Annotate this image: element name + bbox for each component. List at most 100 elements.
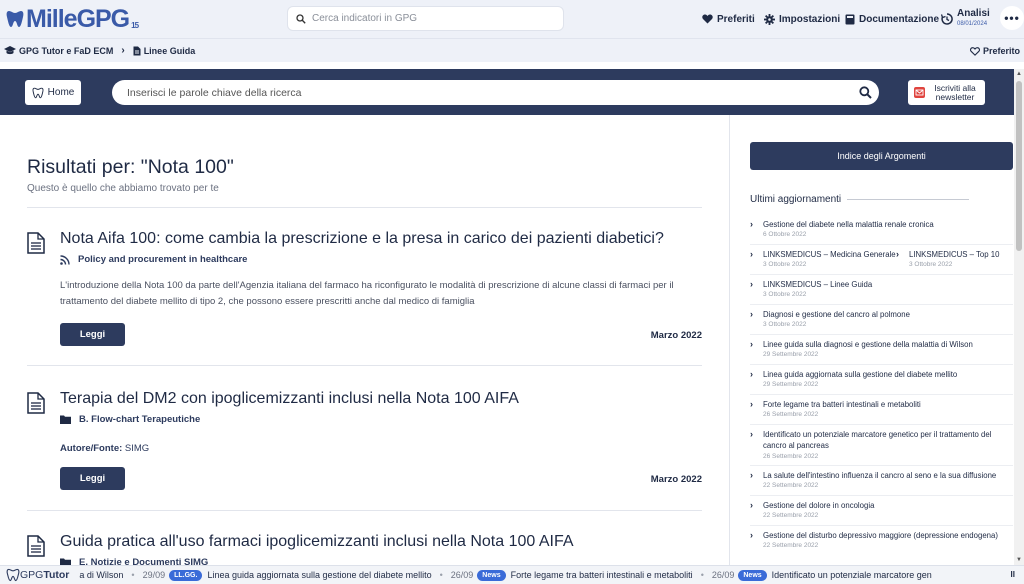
update-title: LINKSMEDICUS – Top 10: [909, 250, 1000, 259]
chevron-right-icon: ›: [750, 279, 753, 289]
ticker-brand-tutor: Tutor: [43, 569, 70, 581]
chevron-right-icon: ›: [750, 530, 753, 540]
indice-argomenti-button[interactable]: Indice degli Argomenti: [750, 142, 1013, 170]
chevron-right-icon: ›: [750, 309, 753, 319]
sidebar: Indice degli Argomenti Ultimi aggiorname…: [729, 115, 1014, 565]
scroll-thumb[interactable]: [1016, 81, 1022, 251]
update-title: Gestione del diabete nella malattia rena…: [763, 220, 934, 229]
results-title: Risultati per: "Nota 100": [27, 156, 234, 178]
folder-icon: [60, 558, 71, 565]
nav-preferiti[interactable]: Preferiti: [702, 0, 755, 38]
newsletter-button[interactable]: Iscriviti alla newsletter: [908, 80, 985, 105]
breadcrumb-linee-guida-label: Linee Guida: [143, 45, 196, 56]
result-title[interactable]: Guida pratica all'uso farmaci ipoglicemi…: [60, 533, 574, 551]
chevron-right-icon: ›: [750, 339, 753, 349]
result-title[interactable]: Terapia del DM2 con ipoglicemizzanti inc…: [60, 390, 519, 408]
read-button[interactable]: Leggi: [60, 467, 125, 490]
breadcrumb-gpg-tutor-label: GPG Tutor e FaD ECM: [19, 45, 114, 56]
news-ticker: GPG Tutor a di Wilson • 29/09 LL.GG. Line…: [0, 565, 1024, 584]
ticker-badge: News: [738, 569, 767, 581]
main-search-box[interactable]: [112, 80, 879, 105]
heart-icon: [702, 14, 713, 24]
divider: [750, 304, 1013, 305]
update-title: Gestione del dolore in oncologia: [763, 501, 875, 510]
result-category-label: E. Notizie e Documenti SIMG: [79, 557, 209, 565]
document-icon: [27, 535, 45, 557]
millegpg-logo[interactable]: MilleGPG 15: [6, 5, 139, 33]
scroll-up-icon[interactable]: ▲: [1014, 69, 1024, 79]
breadcrumb-linee-guida[interactable]: Linee Guida: [133, 45, 196, 56]
chevron-right-icon: ›: [750, 369, 753, 379]
update-date: 29 Settembre 2022: [763, 351, 819, 358]
divider: [750, 525, 1013, 526]
main-search-input[interactable]: [127, 86, 851, 99]
nav-preferiti-label: Preferiti: [717, 13, 755, 25]
update-date: 26 Settembre 2022: [763, 453, 819, 460]
page-scrollbar[interactable]: ▲ ▼: [1014, 69, 1024, 565]
rss-icon: [60, 254, 70, 265]
update-title: Identificato un potenziale marcatore gen…: [763, 430, 992, 450]
nav-documentazione[interactable]: Documentazione: [845, 0, 939, 38]
book-icon: [845, 14, 855, 24]
add-favorite-button[interactable]: Preferito: [970, 39, 1020, 63]
result-author: Autore/Fonte: SIMG: [60, 443, 149, 454]
result-category[interactable]: B. Flow-chart Terapeutiche: [60, 414, 200, 425]
heading-rule: [847, 199, 970, 200]
divider: [750, 424, 1013, 425]
update-title: Linea guida aggiornata sulla gestione de…: [763, 370, 958, 379]
update-date: 22 Settembre 2022: [763, 482, 819, 489]
update-date: 3 Ottobre 2022: [909, 261, 953, 268]
nav-analisi-stack: Analisi 08/01/2024: [957, 9, 990, 29]
result-item: Nota Aifa 100: come cambia la prescrizio…: [27, 230, 702, 355]
newsletter-line2: newsletter: [935, 91, 975, 102]
preferito-label: Preferito: [982, 46, 1020, 56]
ticker-text[interactable]: Identificato un potenziale marcatore gen: [772, 570, 932, 580]
ticker-lead-text[interactable]: a di Wilson: [79, 570, 123, 580]
result-title[interactable]: Nota Aifa 100: come cambia la prescrizio…: [60, 230, 664, 248]
update-date: 3 Ottobre 2022: [763, 321, 807, 328]
chevron-right-icon: ›: [750, 219, 753, 229]
tooth-icon: [32, 87, 44, 98]
ticker-date: 26/09: [711, 570, 735, 580]
divider: [750, 244, 1013, 245]
result-category[interactable]: E. Notizie e Documenti SIMG: [60, 557, 208, 565]
divider: [27, 510, 702, 511]
home-button[interactable]: Home: [25, 80, 81, 105]
read-button[interactable]: Leggi: [60, 323, 125, 346]
result-date: Marzo 2022: [650, 474, 702, 485]
pause-icon[interactable]: II: [1011, 570, 1015, 579]
scroll-down-icon[interactable]: ▼: [1014, 555, 1024, 565]
divider: [27, 365, 702, 366]
nav-documentazione-label: Documentazione: [859, 13, 940, 25]
update-date: 22 Settembre 2022: [763, 512, 819, 519]
ticker-badge: LL.GG.: [169, 569, 203, 581]
tooth-icon: [6, 568, 20, 582]
update-title: LINKSMEDICUS – Medicina Generale: [763, 250, 896, 259]
chevron-right-icon: ›: [750, 249, 753, 259]
top-bar: MilleGPG 15 Preferiti Impostazioni Docum…: [0, 0, 1024, 38]
result-item: Guida pratica all'uso farmaci ipoglicemi…: [27, 533, 702, 565]
results-area: Risultati per: "Nota 100" Questo è quell…: [0, 115, 728, 565]
result-category[interactable]: Policy and procurement in healthcare: [60, 254, 247, 265]
ticker-text[interactable]: Forte legame tra batteri intestinali e m…: [511, 570, 693, 580]
ticker-separator: •: [700, 570, 704, 580]
indicator-search-box[interactable]: [287, 6, 564, 31]
chevron-right-icon: ›: [750, 500, 753, 510]
breadcrumb-gpg-tutor[interactable]: GPG Tutor e FaD ECM: [4, 46, 113, 56]
update-date: 29 Settembre 2022: [763, 381, 819, 388]
search-submit-icon[interactable]: [851, 86, 879, 99]
document-icon: [27, 232, 45, 254]
indicator-search-input[interactable]: [312, 13, 552, 24]
more-options-button[interactable]: •••: [1000, 6, 1024, 30]
nav-analisi[interactable]: Analisi 08/01/2024: [941, 0, 990, 38]
result-category-label: B. Flow-chart Terapeutiche: [79, 414, 201, 425]
ticker-text[interactable]: Linea guida aggiornata sulla gestione de…: [207, 570, 431, 580]
nav-analisi-label: Analisi: [957, 8, 990, 19]
update-date: 22 Settembre 2022: [763, 542, 819, 549]
ticker-separator: •: [131, 570, 135, 580]
divider: [750, 394, 1013, 395]
newsletter-label: Iscriviti alla newsletter: [925, 83, 985, 102]
author-label: Autore/Fonte:: [60, 443, 123, 454]
history-icon: [941, 13, 953, 25]
nav-impostazioni[interactable]: Impostazioni: [764, 0, 840, 38]
